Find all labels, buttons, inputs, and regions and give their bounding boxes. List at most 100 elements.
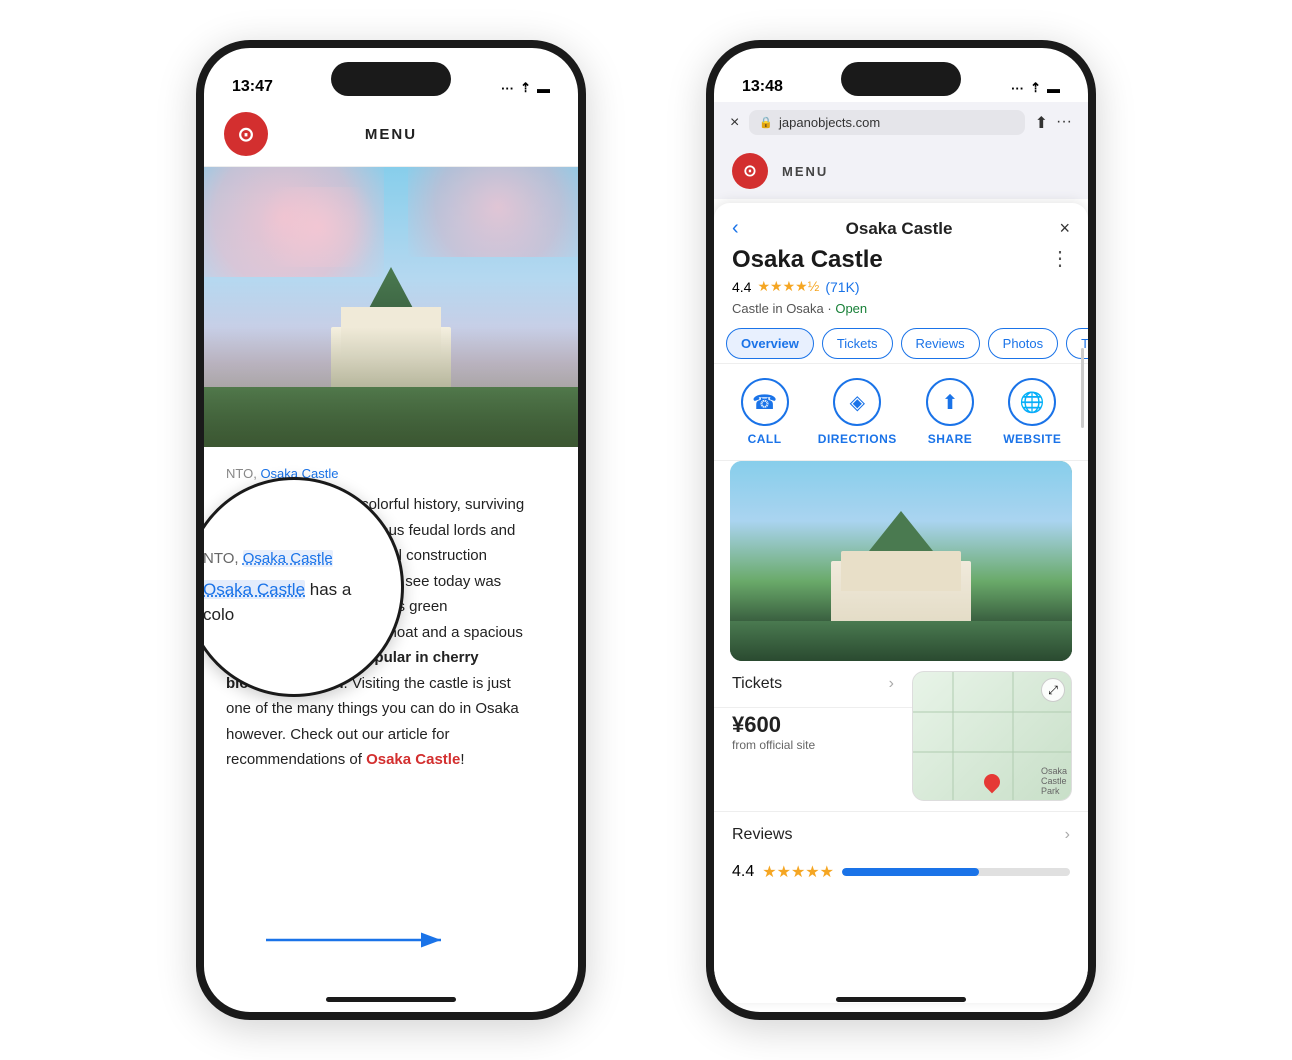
maps-rating-row: 4.4 ★★★★½ (71K): [714, 274, 1088, 299]
tab-tickets[interactable]: Tickets: [822, 328, 893, 359]
maps-status: Castle in Osaka · Open: [714, 299, 1088, 324]
breadcrumb-text: NTO,: [226, 466, 260, 481]
map-labels: Osaka Castle Park: [1041, 766, 1067, 796]
left-phone: 13:47 ··· ⇡ ▬ ⊙ MENU: [196, 40, 586, 1020]
magnify-castle-link[interactable]: Osaka Castle: [243, 550, 333, 567]
tickets-price-row: ¥600 from official site: [714, 708, 912, 766]
website-button[interactable]: 🌐 WEBSITE: [1003, 378, 1061, 446]
reviews-bar-fill: [842, 868, 979, 876]
place-name-row: Osaka Castle ⋮: [714, 240, 1088, 274]
dynamic-island-right: [841, 62, 961, 96]
share-label: SHARE: [928, 432, 973, 446]
rating-count[interactable]: (71K): [825, 279, 859, 295]
article-text-2: rful history, surviving: [389, 496, 525, 513]
app-header-left: ⊙ MENU: [204, 102, 578, 167]
menu-label-left[interactable]: MENU: [365, 126, 417, 143]
scroll-indicator: [1081, 348, 1084, 428]
map-thumbnail[interactable]: ⤢ Osaka Castle Park: [912, 671, 1072, 801]
maps-tabs: Overview Tickets Reviews Photos Tours: [714, 324, 1088, 364]
directions-icon: ◈: [833, 378, 881, 426]
magnify-breadcrumb: NTO, Osaka Castle: [204, 547, 385, 571]
reviews-bar: [842, 868, 1070, 876]
reviews-label: Reviews: [732, 826, 792, 844]
battery-icon-right: ▬: [1047, 81, 1060, 96]
article-text-12: one of the many things you can do in Osa…: [226, 700, 519, 717]
browser-more-button[interactable]: ···: [1056, 113, 1072, 133]
maps-panel: ‹ Osaka Castle × Osaka Castle ⋮ 4.4 ★★★★…: [714, 203, 1088, 1003]
call-label: CALL: [748, 432, 782, 446]
tab-reviews[interactable]: Reviews: [901, 328, 980, 359]
article-text-13: however. Check out our article for: [226, 726, 449, 743]
call-icon: ☎: [741, 378, 789, 426]
place-type: Castle in Osaka: [732, 301, 824, 316]
website-label: WEBSITE: [1003, 432, 1061, 446]
reviews-chevron[interactable]: ›: [1065, 826, 1070, 844]
website-icon: 🌐: [1008, 378, 1056, 426]
tab-overview[interactable]: Overview: [726, 328, 814, 359]
maps-bg-logo: ⊙: [732, 153, 768, 189]
tab-tours[interactable]: Tours: [1066, 328, 1088, 359]
right-phone-content: × 🔒 japanobjects.com ⬆ ··· ⊙ MENU ‹ Osak…: [714, 102, 1088, 1012]
tickets-chevron[interactable]: ›: [889, 675, 894, 693]
status-icons-left: ··· ⇡ ▬: [501, 80, 550, 96]
magnify-nto: NTO,: [204, 550, 243, 567]
url-text: japanobjects.com: [779, 115, 880, 130]
tickets-label: Tickets: [732, 675, 782, 693]
time-right: 13:48: [742, 78, 783, 96]
browser-close-button[interactable]: ×: [730, 114, 739, 132]
article-red-link[interactable]: Osaka Castle: [366, 751, 460, 768]
maps-panel-title: Osaka Castle: [846, 219, 953, 239]
maps-more-button[interactable]: ⋮: [1050, 246, 1070, 271]
share-icon: ⬆: [926, 378, 974, 426]
tab-photos[interactable]: Photos: [988, 328, 1058, 359]
call-button[interactable]: ☎ CALL: [741, 378, 789, 446]
tickets-row: Tickets ›: [714, 661, 912, 708]
maps-close-button[interactable]: ×: [1059, 218, 1070, 239]
rating-stars: ★★★★½: [757, 278, 819, 295]
magnify-main-link[interactable]: Osaka Castle: [204, 580, 305, 599]
directions-label: DIRECTIONS: [818, 432, 897, 446]
dynamic-island: [331, 62, 451, 96]
browser-url-bar[interactable]: 🔒 japanobjects.com: [749, 110, 1024, 135]
magnify-text: Osaka Castle has a colo: [204, 577, 385, 628]
wifi-icon-right: ⇡: [1030, 80, 1041, 96]
tickets-map-row: Tickets › ¥600 from official site: [714, 661, 1088, 811]
tickets-source: from official site: [732, 738, 894, 752]
wifi-icon: ⇡: [520, 80, 531, 96]
maps-panel-header: ‹ Osaka Castle ×: [714, 203, 1088, 240]
article-end: !: [460, 751, 464, 768]
castle-place-photo[interactable]: [730, 461, 1072, 661]
maps-back-button[interactable]: ‹: [732, 217, 739, 240]
reviews-row: Reviews ›: [714, 811, 1088, 858]
app-logo-left: ⊙: [224, 112, 268, 156]
time-left: 13:47: [232, 78, 273, 96]
status-icons-right: ··· ⇡ ▬: [1011, 80, 1060, 96]
home-indicator-right: [836, 997, 966, 1002]
browser-bar: × 🔒 japanobjects.com ⬆ ···: [714, 102, 1088, 143]
maps-background-header: ⊙ MENU: [714, 143, 1088, 199]
right-phone: 13:48 ··· ⇡ ▬ × 🔒 japanobjects.com ⬆ ···…: [706, 40, 1096, 1020]
castle-hero-image: [204, 167, 578, 447]
tickets-price: ¥600: [732, 712, 894, 738]
signal-icon-right: ···: [1011, 81, 1024, 96]
tickets-section: Tickets › ¥600 from official site: [714, 661, 912, 811]
article-text-14: recommendations of: [226, 751, 366, 768]
browser-action-buttons: ⬆ ···: [1035, 113, 1072, 133]
share-button[interactable]: ⬆ SHARE: [926, 378, 974, 446]
rating-value: 4.4: [732, 279, 751, 295]
reviews-rating-row: 4.4 ★★★★★: [714, 858, 1088, 896]
wifi-signal-icon: ···: [501, 81, 514, 96]
magnify-content: NTO, Osaka Castle Osaka Castle has a col…: [204, 527, 401, 648]
map-expand-icon[interactable]: ⤢: [1041, 678, 1065, 702]
reviews-section: Reviews › 4.4 ★★★★★: [714, 811, 1088, 896]
home-indicator-left: [326, 997, 456, 1002]
reviews-rating-value: 4.4: [732, 863, 754, 881]
article-body: NTO, Osaka Castle Osaka Castle has a col…: [204, 447, 578, 789]
article-text-4: ous feudal lords and: [380, 522, 515, 539]
maps-bg-menu-label: MENU: [782, 164, 828, 179]
directions-button[interactable]: ◈ DIRECTIONS: [818, 378, 897, 446]
lock-icon: 🔒: [759, 116, 773, 129]
browser-share-button[interactable]: ⬆: [1035, 113, 1048, 133]
left-phone-content: ⊙ MENU NTO, Osaka Castle Osaka Castl: [204, 102, 578, 1012]
maps-place-name: Osaka Castle: [732, 246, 883, 274]
